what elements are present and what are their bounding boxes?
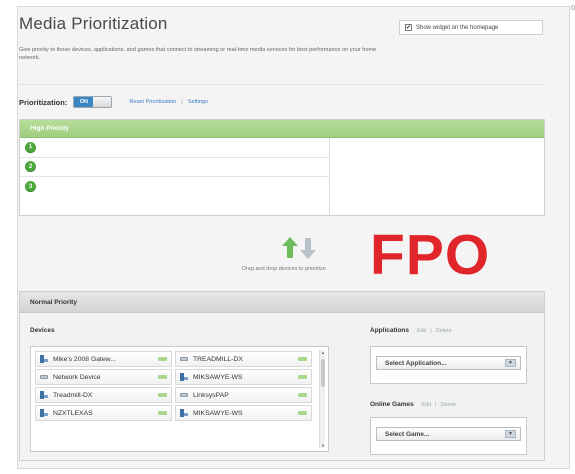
prioritization-label: Prioritization: bbox=[19, 97, 68, 107]
dropdown-arrow-icon[interactable]: ▼ bbox=[505, 430, 516, 438]
priority-slot-3[interactable]: 3 bbox=[20, 177, 329, 197]
select-application-value: Select Application... bbox=[385, 359, 447, 367]
slot-number-badge: 3 bbox=[25, 181, 36, 193]
applications-label: Applications bbox=[370, 327, 410, 334]
divider bbox=[19, 84, 545, 85]
show-widget-checkbox[interactable]: ✔ bbox=[405, 24, 412, 31]
scroll-thumb[interactable] bbox=[321, 359, 325, 387]
prioritization-toggle[interactable]: ON bbox=[73, 96, 113, 108]
device-item[interactable]: Treadmill-DX bbox=[35, 387, 172, 403]
pc-icon bbox=[40, 391, 48, 399]
devices-scrollbar[interactable]: ▲ ▼ bbox=[319, 350, 325, 448]
select-game-value: Select Game... bbox=[385, 430, 430, 438]
online-games-label: Online Games bbox=[370, 401, 414, 408]
show-widget-label: Show widget on the homepage bbox=[416, 24, 499, 31]
applications-delete-link[interactable]: Delete bbox=[436, 328, 452, 334]
games-select-container: Select Game... ▼ bbox=[370, 417, 527, 455]
drag-handle-icon[interactable] bbox=[298, 411, 307, 415]
link-separator: | bbox=[430, 328, 432, 334]
network-device-icon bbox=[40, 375, 48, 379]
link-separator: | bbox=[181, 99, 183, 105]
prioritization-row: Prioritization: ON Reset Prioritization … bbox=[19, 96, 208, 108]
device-name: LinksysPAP bbox=[193, 391, 229, 399]
page-description: Give priority to those devices, applicat… bbox=[19, 47, 377, 61]
prioritization-links: Reset Prioritization | Settings bbox=[129, 99, 208, 105]
devices-label: Devices bbox=[30, 327, 55, 334]
drag-handle-icon[interactable] bbox=[158, 393, 167, 397]
drag-arrows-icon bbox=[282, 237, 316, 259]
normal-priority-box: Normal Priority Devices Mike's 2008 Gate… bbox=[19, 291, 545, 461]
device-name: Treadmill-DX bbox=[53, 391, 93, 399]
scroll-up-icon[interactable]: ▲ bbox=[320, 350, 326, 355]
drag-handle-icon[interactable] bbox=[298, 357, 307, 361]
online-games-delete-link[interactable]: Delete bbox=[440, 402, 456, 408]
drag-handle-icon[interactable] bbox=[158, 411, 167, 415]
high-priority-box: High Priority 1 2 3 bbox=[19, 119, 545, 216]
priority-slot-2[interactable]: 2 bbox=[20, 158, 329, 177]
drag-hint: Drag and drop devices to prioritize bbox=[242, 266, 326, 272]
toggle-knob[interactable] bbox=[93, 97, 112, 107]
device-item[interactable]: TREADMILL-DX bbox=[175, 351, 312, 367]
select-game-dropdown[interactable]: Select Game... ▼ bbox=[376, 427, 521, 441]
device-item[interactable]: Network Device bbox=[35, 369, 172, 385]
slot-number-badge: 1 bbox=[25, 141, 36, 153]
high-priority-drop-area[interactable] bbox=[330, 138, 544, 215]
device-item[interactable]: Mike's 2008 Gatew... bbox=[35, 351, 172, 367]
pc-icon bbox=[40, 409, 48, 417]
down-arrow-icon bbox=[300, 238, 316, 259]
select-application-dropdown[interactable]: Select Application... ▼ bbox=[376, 356, 521, 370]
toggle-on-state: ON bbox=[74, 97, 94, 107]
scroll-down-icon[interactable]: ▼ bbox=[320, 443, 326, 448]
drag-handle-icon[interactable] bbox=[298, 375, 307, 379]
drag-handle-icon[interactable] bbox=[298, 393, 307, 397]
corner-mark[interactable]: 0 bbox=[571, 5, 575, 12]
show-widget-toggle[interactable]: ✔ Show widget on the homepage bbox=[399, 20, 543, 35]
reset-prioritization-link[interactable]: Reset Prioritization bbox=[129, 99, 176, 105]
device-name: Network Device bbox=[53, 373, 101, 381]
device-item[interactable]: LinksysPAP bbox=[175, 387, 312, 403]
pc-icon bbox=[180, 373, 188, 381]
device-item[interactable]: NZXTLEXAS bbox=[35, 405, 172, 421]
applications-section: Applications Edit | Delete bbox=[370, 327, 452, 334]
settings-link[interactable]: Settings bbox=[188, 99, 208, 105]
online-games-section: Online Games Edit | Delete bbox=[370, 401, 456, 408]
high-priority-slots: 1 2 3 bbox=[20, 138, 330, 215]
device-name: MIKSAWYE-WS bbox=[193, 373, 243, 381]
up-arrow-icon bbox=[282, 237, 298, 258]
applications-select-container: Select Application... ▼ bbox=[370, 346, 527, 384]
priority-slot-1[interactable]: 1 bbox=[20, 138, 329, 158]
drag-handle-icon[interactable] bbox=[158, 375, 167, 379]
pc-icon bbox=[180, 409, 188, 417]
link-separator: | bbox=[435, 402, 437, 408]
device-name: TREADMILL-DX bbox=[193, 355, 243, 363]
drag-handle-icon[interactable] bbox=[158, 357, 167, 361]
device-name: Mike's 2008 Gatew... bbox=[53, 355, 116, 363]
devices-list: Mike's 2008 Gatew... TREADMILL-DX Networ… bbox=[30, 346, 329, 452]
device-name: MIKSAWYE-WS bbox=[193, 409, 243, 417]
page-title: Media Prioritization bbox=[19, 14, 168, 33]
device-item[interactable]: MIKSAWYE-WS bbox=[175, 369, 312, 385]
fpo-placeholder-label: FPO bbox=[370, 223, 491, 287]
high-priority-header: High Priority bbox=[20, 120, 544, 138]
device-name: NZXTLEXAS bbox=[53, 409, 93, 417]
dropdown-arrow-icon[interactable]: ▼ bbox=[505, 359, 516, 367]
pc-icon bbox=[40, 355, 48, 363]
online-games-edit-link[interactable]: Edit bbox=[422, 402, 431, 408]
normal-priority-header: Normal Priority bbox=[20, 292, 544, 313]
network-device-icon bbox=[180, 357, 188, 361]
slot-number-badge: 2 bbox=[25, 161, 36, 173]
applications-edit-link[interactable]: Edit bbox=[417, 328, 426, 334]
network-device-icon bbox=[180, 393, 188, 397]
device-item[interactable]: MIKSAWYE-WS bbox=[175, 405, 312, 421]
